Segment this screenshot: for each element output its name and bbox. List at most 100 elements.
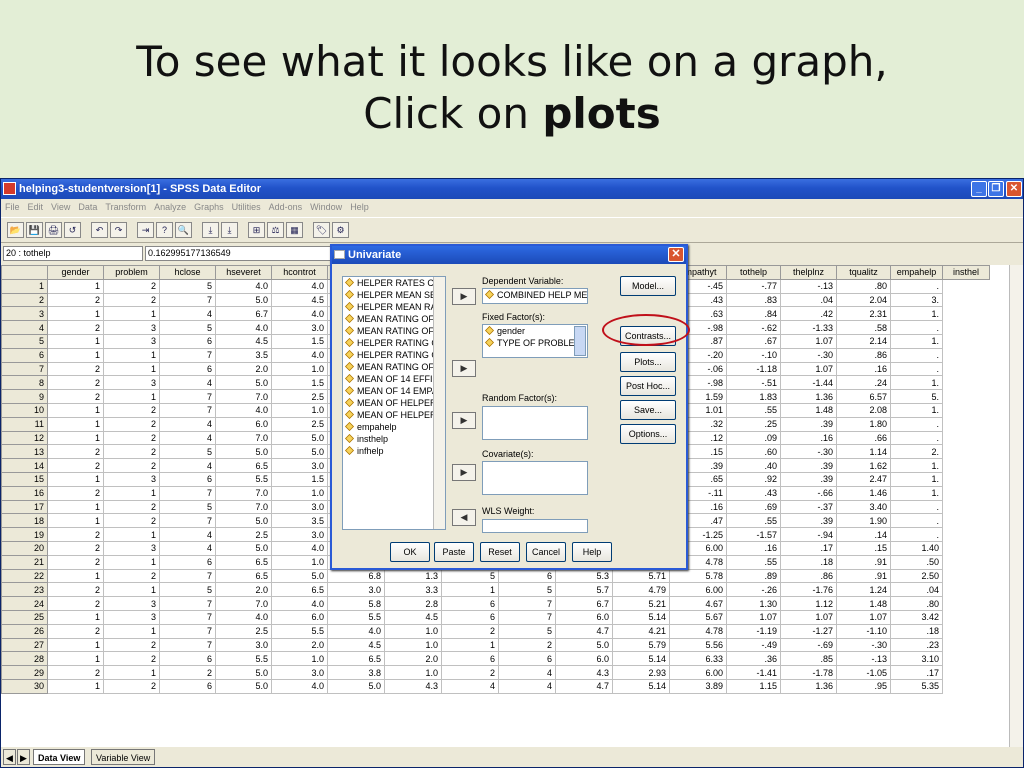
data-cell[interactable]: 6 [159, 678, 216, 694]
data-cell[interactable]: 1.07 [726, 609, 781, 625]
data-cell[interactable]: 1 [47, 402, 104, 418]
row-number[interactable]: 11 [1, 416, 48, 432]
row-number[interactable]: 6 [1, 347, 48, 363]
data-cell[interactable]: 7 [159, 568, 216, 584]
data-cell[interactable]: 1.0 [384, 665, 442, 680]
row-number[interactable]: 23 [1, 582, 48, 598]
data-cell[interactable]: 7 [159, 637, 216, 653]
menu-window[interactable]: Window [310, 202, 342, 212]
data-cell[interactable]: 4 [498, 665, 556, 680]
data-cell[interactable]: 5 [498, 623, 556, 639]
data-cell[interactable]: .80 [836, 278, 891, 294]
data-cell[interactable]: 2.0 [215, 361, 272, 377]
wls-weight-field[interactable] [482, 519, 588, 533]
data-cell[interactable]: 2 [441, 665, 499, 680]
data-cell[interactable]: . [890, 278, 943, 294]
data-cell[interactable]: 5.0 [327, 678, 385, 694]
menu-view[interactable]: View [51, 202, 70, 212]
data-cell[interactable]: 1.12 [780, 596, 837, 611]
data-cell[interactable]: 3.0 [271, 499, 328, 515]
row-number[interactable]: 1 [1, 278, 48, 294]
data-cell[interactable]: 2.5 [271, 416, 328, 432]
data-cell[interactable]: 1. [890, 458, 943, 473]
data-cell[interactable]: . [890, 347, 943, 363]
data-cell[interactable]: 1 [47, 430, 104, 446]
data-cell[interactable]: 2 [103, 402, 160, 418]
row-number[interactable]: 25 [1, 609, 48, 625]
data-cell[interactable]: 6.0 [555, 651, 613, 667]
row-number[interactable]: 7 [1, 361, 48, 377]
row-number[interactable]: 17 [1, 499, 48, 515]
data-cell[interactable]: 2.8 [384, 596, 442, 611]
data-cell[interactable]: 1 [103, 623, 160, 639]
data-cell[interactable]: 7 [159, 596, 216, 611]
data-cell[interactable]: .55 [726, 554, 781, 570]
row-number[interactable]: 9 [1, 389, 48, 404]
data-cell[interactable]: 1.0 [271, 651, 328, 667]
data-cell[interactable]: 6.5 [271, 582, 328, 598]
data-cell[interactable]: 4 [159, 527, 216, 542]
data-cell[interactable]: -1.57 [726, 527, 781, 542]
print-icon[interactable]: 🖨 [45, 222, 62, 238]
data-cell[interactable]: 2 [103, 568, 160, 584]
data-cell[interactable]: 4.0 [327, 623, 385, 639]
data-cell[interactable]: 5. [890, 389, 943, 404]
data-cell[interactable]: 6 [498, 651, 556, 667]
data-cell[interactable]: 5.14 [612, 651, 670, 667]
data-cell[interactable]: . [890, 416, 943, 432]
data-cell[interactable]: -.26 [726, 582, 781, 598]
data-cell[interactable]: 7.0 [215, 499, 272, 515]
data-cell[interactable]: 1.5 [271, 375, 328, 391]
data-cell[interactable]: 2.47 [836, 471, 891, 487]
data-cell[interactable]: 1. [890, 333, 943, 349]
column-header-hclose[interactable]: hclose [159, 265, 216, 280]
data-cell[interactable]: 2.5 [215, 527, 272, 542]
data-cell[interactable]: 1. [890, 485, 943, 501]
data-cell[interactable]: -.51 [726, 375, 781, 391]
list-item[interactable]: MEAN OF HELPER/R [343, 409, 445, 421]
data-cell[interactable]: .43 [726, 485, 781, 501]
list-item[interactable]: MEAN OF 14 EFFICAC [343, 373, 445, 385]
reset-button[interactable]: Reset [480, 542, 520, 562]
data-cell[interactable]: 2 [47, 444, 104, 460]
data-cell[interactable]: .14 [836, 527, 891, 542]
list-item[interactable]: HELPER MEAN RATII [343, 301, 445, 313]
data-cell[interactable]: -.66 [780, 485, 837, 501]
menu-edit[interactable]: Edit [28, 202, 44, 212]
data-cell[interactable]: 7 [159, 485, 216, 501]
data-cell[interactable]: 1 [103, 347, 160, 363]
data-cell[interactable]: 7 [498, 596, 556, 611]
data-cell[interactable]: .83 [726, 292, 781, 308]
data-cell[interactable]: 4.0 [215, 402, 272, 418]
open-icon[interactable]: 📂 [7, 222, 24, 238]
data-cell[interactable]: 1.07 [780, 609, 837, 625]
value-labels-icon[interactable]: 🏷 [313, 222, 330, 238]
data-cell[interactable]: 4.7 [555, 678, 613, 694]
data-cell[interactable]: 1 [47, 678, 104, 694]
data-cell[interactable]: 3.0 [271, 527, 328, 542]
data-cell[interactable]: 5.0 [215, 678, 272, 694]
data-cell[interactable]: 2.04 [836, 292, 891, 308]
data-cell[interactable]: 2.0 [384, 651, 442, 667]
data-cell[interactable]: 1.36 [780, 389, 837, 404]
data-cell[interactable]: 2 [441, 623, 499, 639]
data-cell[interactable]: .09 [726, 430, 781, 446]
data-cell[interactable]: -.62 [726, 320, 781, 335]
data-cell[interactable]: 1 [47, 568, 104, 584]
row-number[interactable]: 14 [1, 458, 48, 473]
data-cell[interactable]: 3.0 [271, 665, 328, 680]
row-number[interactable]: 24 [1, 596, 48, 611]
data-cell[interactable]: 5.0 [555, 637, 613, 653]
data-cell[interactable]: 5.71 [612, 568, 670, 584]
data-cell[interactable]: 5 [498, 582, 556, 598]
data-cell[interactable]: 3. [890, 292, 943, 308]
row-number[interactable]: 27 [1, 637, 48, 653]
data-cell[interactable]: 4.0 [271, 347, 328, 363]
data-cell[interactable]: 1 [47, 513, 104, 529]
data-cell[interactable]: 1.83 [726, 389, 781, 404]
data-cell[interactable]: 1.90 [836, 513, 891, 529]
data-cell[interactable]: 2.0 [215, 582, 272, 598]
fixed-factor-list[interactable]: gender TYPE OF PROBLE [482, 324, 588, 358]
data-cell[interactable]: 3.42 [890, 609, 943, 625]
data-cell[interactable]: 4.3 [384, 678, 442, 694]
